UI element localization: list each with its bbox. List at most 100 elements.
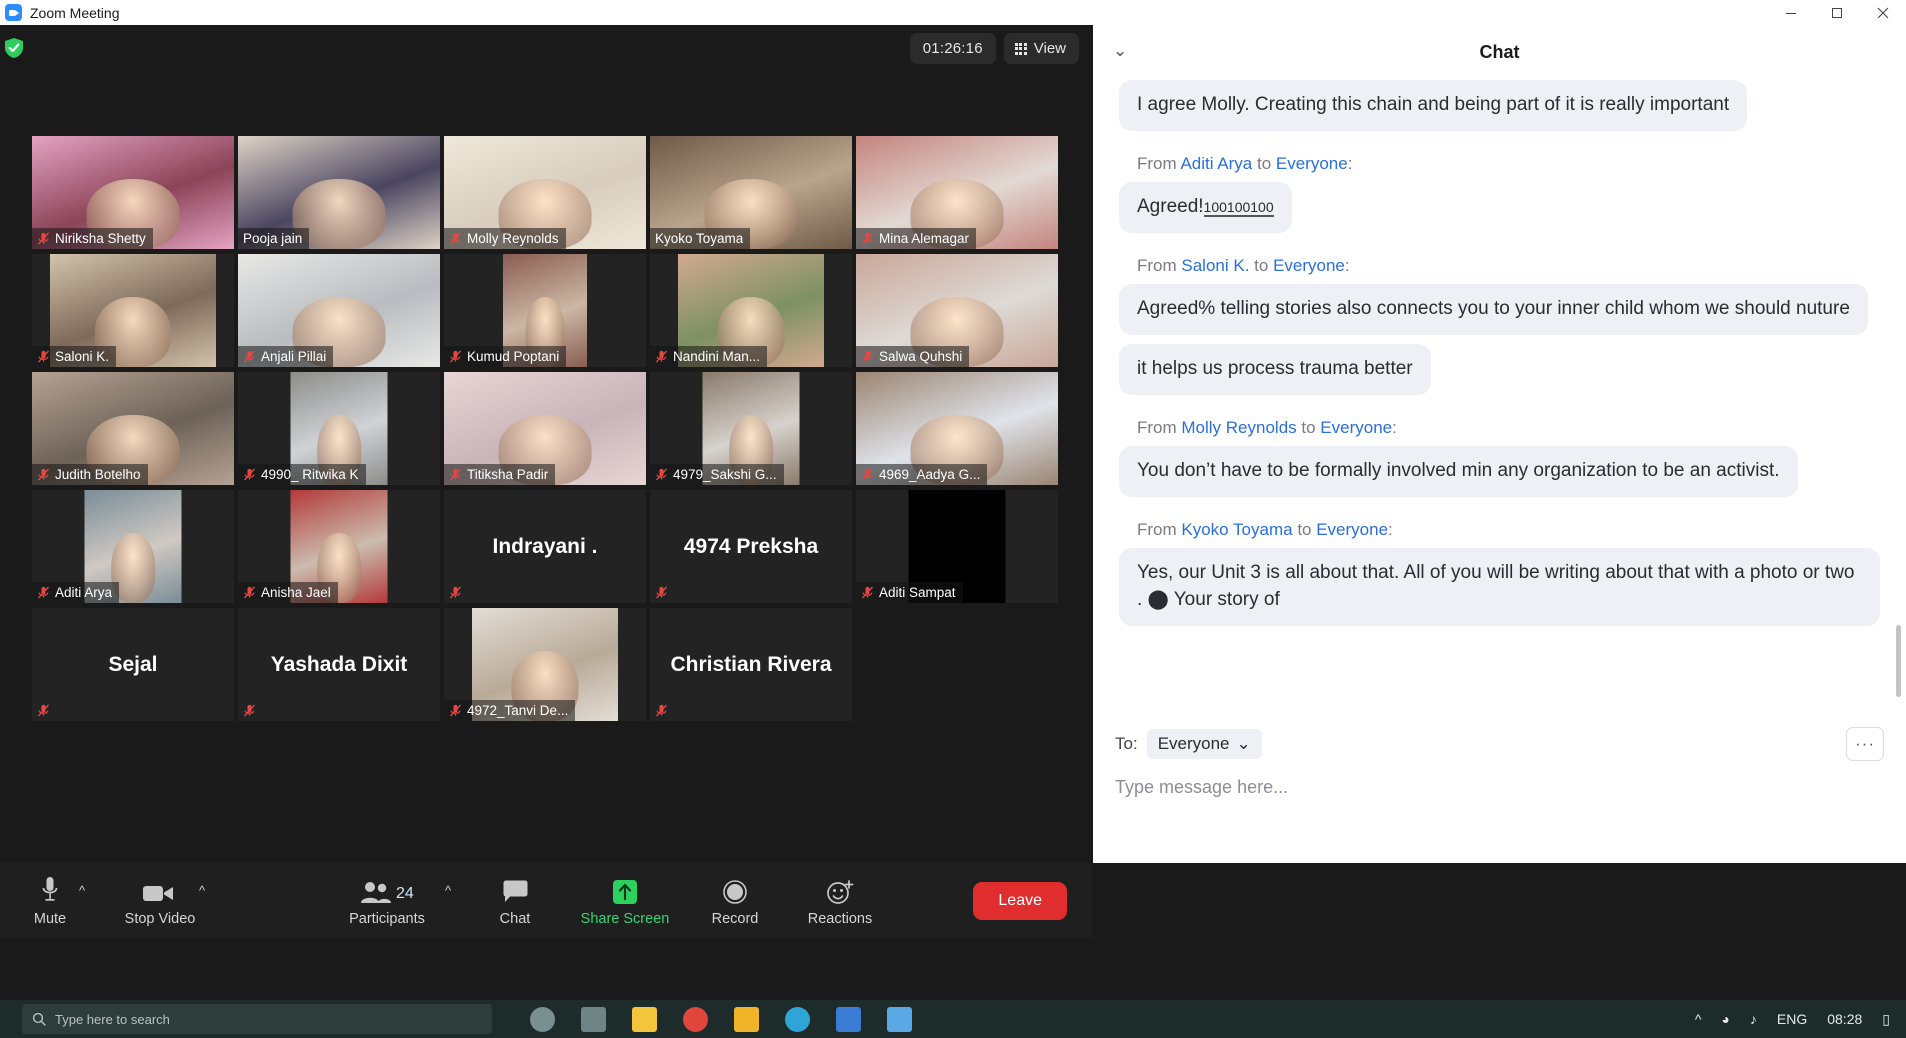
chevron-down-icon[interactable]: ⌄ [1113, 41, 1127, 61]
chat-to-label: To: [1115, 734, 1138, 753]
participant-tile[interactable]: Kumud Poptani [444, 254, 646, 367]
participant-tile[interactable]: Judith Botelho [32, 372, 234, 485]
close-icon[interactable] [1860, 0, 1906, 25]
leave-button[interactable]: Leave [973, 882, 1067, 920]
participant-tile[interactable]: Yashada Dixit [238, 608, 440, 721]
taskbar-clock[interactable]: 08:28 [1827, 1011, 1862, 1027]
participant-name-bar [444, 582, 474, 603]
participant-tile[interactable]: Kyoko Toyama [650, 136, 852, 249]
microphone-icon [40, 871, 60, 905]
meeting-header-controls: 01:26:16 View [909, 33, 1079, 64]
chat-header: ⌄ Chat [1093, 25, 1906, 80]
participant-tile[interactable]: 4990_ Ritwika K [238, 372, 440, 485]
participant-tile[interactable]: Nandini Man... [650, 254, 852, 367]
participant-tile[interactable]: Mina Alemagar [856, 136, 1058, 249]
task-view-icon[interactable] [581, 1006, 606, 1032]
chat-message-row: Yes, our Unit 3 is all about that. All o… [1119, 547, 1880, 635]
participant-name: Nandini Man... [673, 349, 761, 364]
chat-message-bubble: You don’t have to be formally involved m… [1119, 445, 1798, 497]
stop-video-button[interactable]: Stop Video [118, 871, 202, 927]
video-camera-icon [142, 871, 178, 905]
muted-microphone-icon [655, 586, 668, 599]
svg-text:24: 24 [396, 885, 414, 902]
opera-icon[interactable] [683, 1006, 708, 1032]
mute-options-chevron-up-icon[interactable]: ^ [79, 883, 85, 898]
participant-tile[interactable]: 4972_Tanvi De... [444, 608, 646, 721]
participant-row: Sejal Yashada Dixit 4972_Tanvi De... Christ… [32, 608, 1050, 721]
explorer-icon[interactable] [632, 1006, 657, 1032]
folder-icon[interactable] [734, 1006, 759, 1032]
more-options-icon[interactable]: ··· [1846, 727, 1884, 761]
video-options-chevron-up-icon[interactable]: ^ [199, 883, 205, 898]
people-icon: 24 [358, 871, 416, 905]
taskbar-language[interactable]: ENG [1777, 1011, 1807, 1027]
tray-chevron-up-icon[interactable]: ^ [1695, 1011, 1702, 1027]
chat-message-row: Agreed% telling stories also connects yo… [1119, 283, 1880, 344]
participant-tile[interactable]: Indrayani . [444, 490, 646, 603]
cortana-icon[interactable] [530, 1006, 555, 1032]
chat-footer: To: Everyone ⌄ ··· Type message here... [1093, 715, 1906, 863]
taskbar-search-input[interactable]: Type here to search [22, 1004, 492, 1034]
stop-video-label: Stop Video [124, 911, 196, 927]
participant-tile[interactable]: Aditi Sampat [856, 490, 1058, 603]
share-screen-button[interactable]: Share Screen [570, 871, 680, 927]
zoom-taskbar-icon[interactable] [887, 1006, 912, 1032]
participant-tile[interactable]: 4979_Sakshi G... [650, 372, 852, 485]
participant-name: 4990_ Ritwika K [261, 467, 359, 482]
participant-name-bar: 4972_Tanvi De... [444, 700, 576, 721]
mute-button[interactable]: Mute [8, 871, 92, 927]
record-circle-icon [722, 871, 748, 905]
chat-panel: ⌄ Chat I agree Molly. Creating this chai… [1093, 25, 1906, 863]
participant-name: Kumud Poptani [467, 349, 560, 364]
chat-button[interactable]: Chat [473, 871, 557, 927]
taskbar-search-placeholder: Type here to search [55, 1011, 170, 1027]
smiley-plus-icon [826, 871, 854, 905]
store-icon[interactable] [836, 1006, 861, 1032]
minimize-icon[interactable] [1768, 0, 1814, 25]
reactions-button[interactable]: Reactions [792, 871, 888, 927]
notification-icon[interactable]: ▯ [1882, 1011, 1890, 1028]
participant-tile[interactable]: Anjali Pillai [238, 254, 440, 367]
shield-check-icon[interactable] [4, 37, 24, 59]
chat-message-bubble: Agreed!100100100 [1119, 181, 1292, 233]
chat-recipient-select[interactable]: Everyone ⌄ [1146, 729, 1262, 759]
participant-tile[interactable]: Christian Rivera [650, 608, 852, 721]
volume-icon[interactable]: ♪ [1750, 1011, 1757, 1027]
wifi-icon[interactable]: ◕ [1721, 1011, 1729, 1027]
participant-tile[interactable]: Sejal [32, 608, 234, 721]
chat-scrollbar[interactable] [1896, 625, 1901, 697]
participant-tile[interactable]: Saloni K. [32, 254, 234, 367]
chat-message-sender: From Saloni K. to Everyone: [1137, 255, 1350, 275]
participant-tile[interactable]: Anisha Jael [238, 490, 440, 603]
participant-tile[interactable]: Pooja jain [238, 136, 440, 249]
chat-message-row: it helps us process trauma better [1119, 343, 1880, 404]
window-title: Zoom Meeting [30, 4, 120, 21]
participants-button[interactable]: 24 Participants [344, 871, 430, 927]
participant-tile[interactable]: Salwa Quhshi [856, 254, 1058, 367]
participant-tile[interactable]: Niriksha Shetty [32, 136, 234, 249]
participants-options-chevron-up-icon[interactable]: ^ [445, 883, 451, 898]
participant-video-grid: Niriksha Shetty Pooja jain Molly Reynolds K… [32, 136, 1058, 726]
restore-icon[interactable] [1814, 0, 1860, 25]
participant-tile[interactable]: Aditi Arya [32, 490, 234, 603]
muted-microphone-icon [861, 232, 874, 245]
chat-message-row: You don’t have to be formally involved m… [1119, 445, 1880, 506]
chat-message-input[interactable]: Type message here... [1093, 761, 1906, 814]
chat-recipient-row: To: Everyone ⌄ ··· [1093, 715, 1906, 761]
record-button[interactable]: Record [693, 871, 777, 927]
muted-microphone-icon [243, 704, 256, 717]
muted-microphone-icon [861, 586, 874, 599]
participant-tile[interactable]: 4974 Preksha [650, 490, 852, 603]
view-button[interactable]: View [1003, 33, 1079, 64]
participant-tile[interactable]: 4969_Aadya G... [856, 372, 1058, 485]
participant-tile[interactable]: Titiksha Padir [444, 372, 646, 485]
muted-microphone-icon [655, 468, 668, 481]
participant-name-bar: Titiksha Padir [444, 464, 556, 485]
muted-microphone-icon [449, 468, 462, 481]
participant-name-large: Yashada Dixit [270, 652, 408, 676]
participant-tile[interactable]: Molly Reynolds [444, 136, 646, 249]
edge-icon[interactable] [785, 1006, 810, 1032]
participant-name-large: Sejal [108, 652, 158, 676]
muted-microphone-icon [243, 350, 256, 363]
zoom-logo-icon [5, 4, 22, 21]
